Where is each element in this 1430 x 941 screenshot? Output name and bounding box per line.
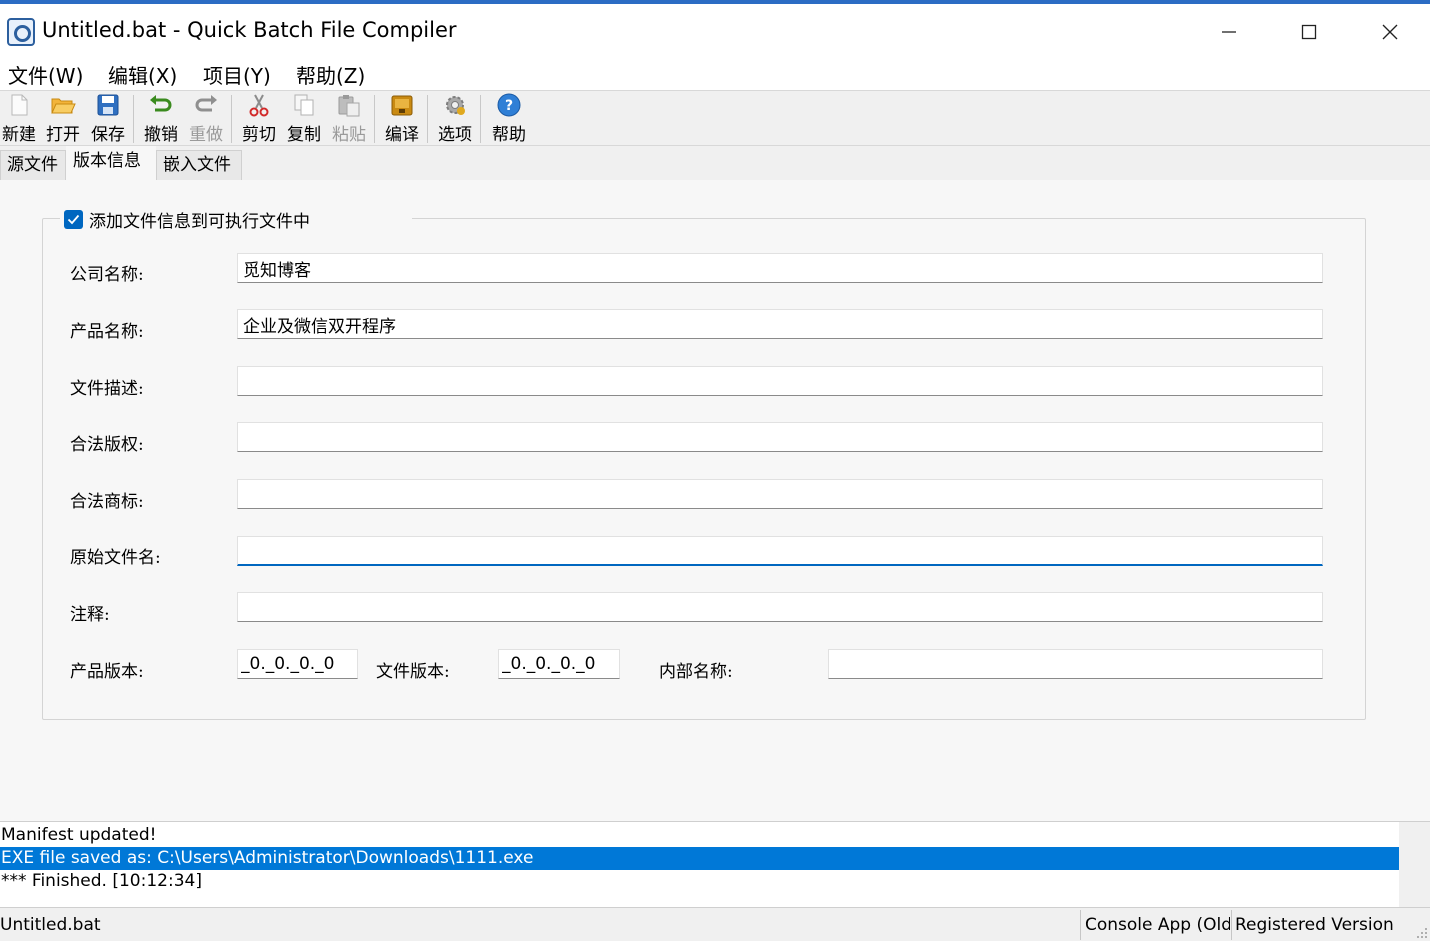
- product-version-input[interactable]: [237, 649, 358, 679]
- menu-edit[interactable]: 编辑(X): [108, 60, 177, 89]
- file-info-groupbox: [42, 218, 1366, 720]
- status-registration: Registered Version: [1235, 915, 1394, 935]
- original-filename-label: 原始文件名:: [70, 548, 161, 568]
- internal-name-input[interactable]: [828, 649, 1323, 679]
- toolbar-separator: [427, 95, 428, 143]
- menu-file[interactable]: 文件(W): [8, 60, 83, 89]
- copy-icon: [291, 93, 317, 117]
- add-info-label: 添加文件信息到可执行文件中: [89, 211, 310, 232]
- menu-bar: 文件(W) 编辑(X) 项目(Y) 帮助(Z): [0, 56, 1430, 90]
- undo-button[interactable]: 撤销: [142, 93, 180, 145]
- help-icon: ?: [496, 93, 522, 117]
- menu-project[interactable]: 项目(Y): [203, 60, 271, 89]
- scissors-icon: [246, 93, 272, 117]
- status-separator: [1231, 910, 1232, 940]
- tab-strip: 源文件 版本信息 嵌入文件: [0, 146, 1430, 180]
- status-separator: [1080, 910, 1081, 940]
- product-name-label: 产品名称:: [70, 322, 144, 342]
- status-bar: Untitled.bat Console App (Old Registered…: [0, 907, 1430, 941]
- toolbar: 新建 打开 保存 撤销 重做 剪切 复制 粘贴 编译 选项 ? 帮助: [0, 90, 1430, 146]
- minimize-icon: [1222, 31, 1236, 33]
- file-version-label: 文件版本:: [376, 662, 450, 682]
- copyright-label: 合法版权:: [70, 435, 144, 455]
- toolbar-separator: [133, 95, 134, 143]
- title-bar: Untitled.bat - Quick Batch File Compiler: [0, 0, 1430, 56]
- menu-help[interactable]: 帮助(Z): [296, 60, 365, 89]
- comments-label: 注释:: [70, 605, 110, 625]
- paste-icon: [336, 93, 362, 117]
- compile-icon: [389, 93, 415, 117]
- redo-button[interactable]: 重做: [187, 93, 225, 145]
- gear-icon: [442, 93, 468, 117]
- svg-text:?: ?: [505, 98, 513, 114]
- add-info-checkbox-row[interactable]: 添加文件信息到可执行文件中: [60, 206, 412, 232]
- close-icon: [1382, 24, 1398, 40]
- close-button[interactable]: [1370, 14, 1410, 50]
- log-line[interactable]: Manifest updated!: [0, 824, 1399, 847]
- undo-icon: [148, 93, 174, 117]
- options-button[interactable]: 选项: [435, 93, 475, 145]
- status-app-type: Console App (Old: [1085, 915, 1230, 935]
- log-line[interactable]: *** Finished. [10:12:34]: [0, 870, 1399, 893]
- original-filename-input[interactable]: [237, 536, 1323, 566]
- redo-icon: [193, 93, 219, 117]
- app-icon[interactable]: [7, 18, 35, 46]
- help-button[interactable]: ? 帮助: [489, 93, 529, 145]
- tab-version-info[interactable]: 版本信息: [66, 146, 156, 180]
- new-button[interactable]: 新建: [0, 93, 38, 145]
- maximize-button[interactable]: [1289, 14, 1329, 50]
- description-input[interactable]: [237, 366, 1323, 396]
- folder-open-icon: [50, 93, 76, 117]
- save-icon: [95, 93, 121, 117]
- internal-name-label: 内部名称:: [659, 662, 733, 682]
- minimize-button[interactable]: [1209, 14, 1249, 50]
- company-input[interactable]: [237, 253, 1323, 283]
- description-label: 文件描述:: [70, 379, 144, 399]
- new-file-icon: [6, 93, 32, 117]
- cut-button[interactable]: 剪切: [240, 93, 278, 145]
- output-log[interactable]: Manifest updated! EXE file saved as: C:\…: [0, 821, 1430, 907]
- tab-embed-files[interactable]: 嵌入文件: [156, 150, 242, 180]
- company-label: 公司名称:: [70, 265, 144, 285]
- comments-input[interactable]: [237, 592, 1323, 622]
- status-filename: Untitled.bat: [0, 915, 101, 935]
- compile-button[interactable]: 编译: [382, 93, 422, 145]
- resize-grip-icon[interactable]: [1416, 927, 1428, 939]
- version-info-panel: 添加文件信息到可执行文件中 公司名称: 产品名称: 文件描述: 合法版权: 合法…: [0, 180, 1430, 821]
- product-version-label: 产品版本:: [70, 662, 144, 682]
- toolbar-separator: [231, 95, 232, 143]
- window-title: Untitled.bat - Quick Batch File Compiler: [42, 18, 457, 42]
- trademark-input[interactable]: [237, 479, 1323, 509]
- open-button[interactable]: 打开: [44, 93, 82, 145]
- trademark-label: 合法商标:: [70, 492, 144, 512]
- tab-source[interactable]: 源文件: [0, 150, 66, 180]
- copyright-input[interactable]: [237, 422, 1323, 452]
- toolbar-separator: [374, 95, 375, 143]
- copy-button[interactable]: 复制: [285, 93, 323, 145]
- checkmark-icon: [67, 214, 80, 224]
- log-scrollbar[interactable]: [1399, 822, 1430, 907]
- log-line-selected[interactable]: EXE file saved as: C:\Users\Administrato…: [0, 847, 1399, 870]
- paste-button[interactable]: 粘贴: [330, 93, 368, 145]
- product-name-input[interactable]: [237, 309, 1323, 339]
- add-info-checkbox[interactable]: [64, 209, 83, 229]
- toolbar-separator: [480, 95, 481, 143]
- maximize-icon: [1301, 24, 1317, 40]
- save-button[interactable]: 保存: [89, 93, 127, 145]
- file-version-input[interactable]: [498, 649, 620, 679]
